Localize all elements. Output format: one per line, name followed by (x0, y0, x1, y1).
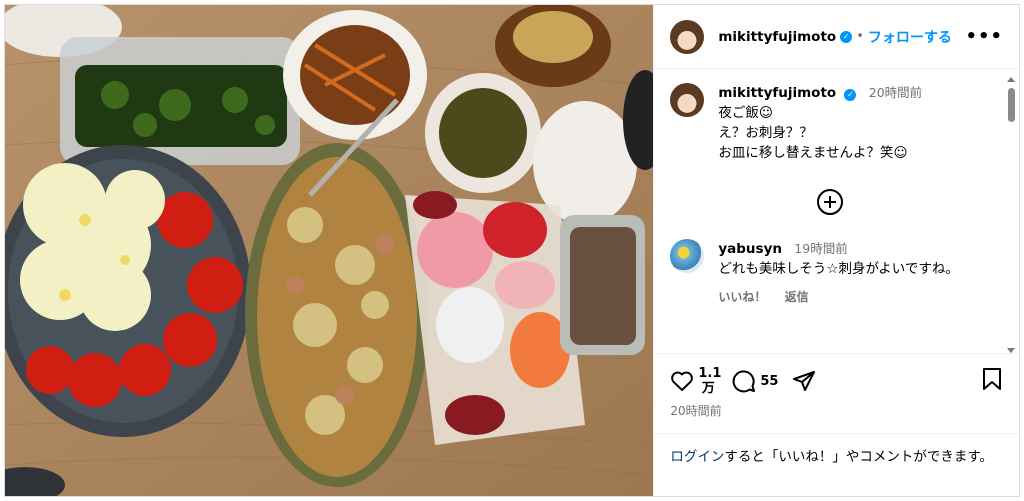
login-link[interactable]: ログイン (670, 449, 724, 465)
scroll-up-icon[interactable] (1007, 77, 1015, 82)
bookmark-icon (983, 368, 1001, 390)
comment-count[interactable]: 55 (760, 374, 778, 389)
comments-section[interactable]: mikittyfujimoto ✓ 20時間前 夜ご飯☺︎ え？お刺身？？ お皿… (654, 69, 1005, 353)
heart-icon (671, 371, 694, 391)
comment-bubble-icon (733, 370, 756, 393)
comment-actions: いいね！ 返信 (718, 287, 959, 307)
separator-dot: • (856, 29, 864, 44)
action-bar: 1.1万 55 (670, 366, 1003, 396)
author-avatar[interactable] (670, 19, 705, 54)
caption-time[interactable]: 20時間前 (869, 85, 922, 100)
login-prompt-text: すると「いいね！」やコメントができます。 (724, 449, 994, 465)
more-options-icon[interactable]: ••• (965, 26, 1003, 47)
caption-username[interactable]: mikittyfujimoto (718, 85, 836, 101)
comment-reply-button[interactable]: 返信 (785, 290, 809, 304)
divider (654, 433, 1019, 434)
commenter-avatar[interactable] (670, 239, 705, 273)
like-button[interactable]: 1.1万 (670, 366, 721, 396)
login-prompt: ログインすると「いいね！」やコメントができます。 (670, 447, 1003, 467)
scrollbar-thumb[interactable] (1007, 88, 1015, 122)
like-count[interactable]: 1.1万 (698, 366, 721, 396)
comment-body: yabusyn 19時間前 どれも美味しそう☆刺身がよいですね。 いいね！ 返信 (718, 239, 959, 307)
commenter-username[interactable]: yabusyn (718, 241, 782, 257)
save-button[interactable] (981, 367, 1003, 395)
post-header: mikittyfujimoto ✓ • フォローする ••• (654, 5, 1019, 69)
post-side-panel: mikittyfujimoto ✓ • フォローする ••• mikittyfu… (653, 5, 1019, 496)
caption-avatar[interactable] (670, 83, 705, 117)
author-username[interactable]: mikittyfujimoto (718, 29, 836, 45)
send-icon (793, 371, 816, 391)
comment-time[interactable]: 19時間前 (794, 241, 847, 256)
post-actions-area: 1.1万 55 20時間前 (654, 353, 1019, 419)
add-circle-icon[interactable] (816, 189, 843, 215)
dinner-photo-image (5, 5, 654, 496)
comment-row: yabusyn 19時間前 どれも美味しそう☆刺身がよいですね。 いいね！ 返信 (670, 239, 989, 307)
caption-line: 夜ご飯☺︎ (718, 105, 773, 121)
comment-like-button[interactable]: いいね！ (718, 290, 766, 304)
caption-line: お皿に移し替えませんよ？笑☺︎ (718, 145, 908, 161)
comments-scrollbar[interactable] (1007, 77, 1015, 353)
caption-row: mikittyfujimoto ✓ 20時間前 夜ご飯☺︎ え？お刺身？？ お皿… (670, 83, 989, 163)
instagram-post-embed: mikittyfujimoto ✓ • フォローする ••• mikittyfu… (4, 4, 1020, 497)
follow-button[interactable]: フォローする (868, 27, 952, 47)
comment-button[interactable]: 55 (732, 369, 778, 393)
share-button[interactable] (792, 369, 816, 393)
comment-text: どれも美味しそう☆刺身がよいですね。 (718, 261, 959, 277)
post-photo[interactable] (5, 5, 654, 496)
verified-badge-icon: ✓ (844, 89, 857, 101)
caption-line: え？お刺身？？ (718, 125, 813, 141)
post-timestamp[interactable]: 20時間前 (670, 402, 1003, 419)
caption-body: mikittyfujimoto ✓ 20時間前 夜ご飯☺︎ え？お刺身？？ お皿… (718, 83, 922, 163)
verified-badge-icon: ✓ (840, 30, 853, 43)
